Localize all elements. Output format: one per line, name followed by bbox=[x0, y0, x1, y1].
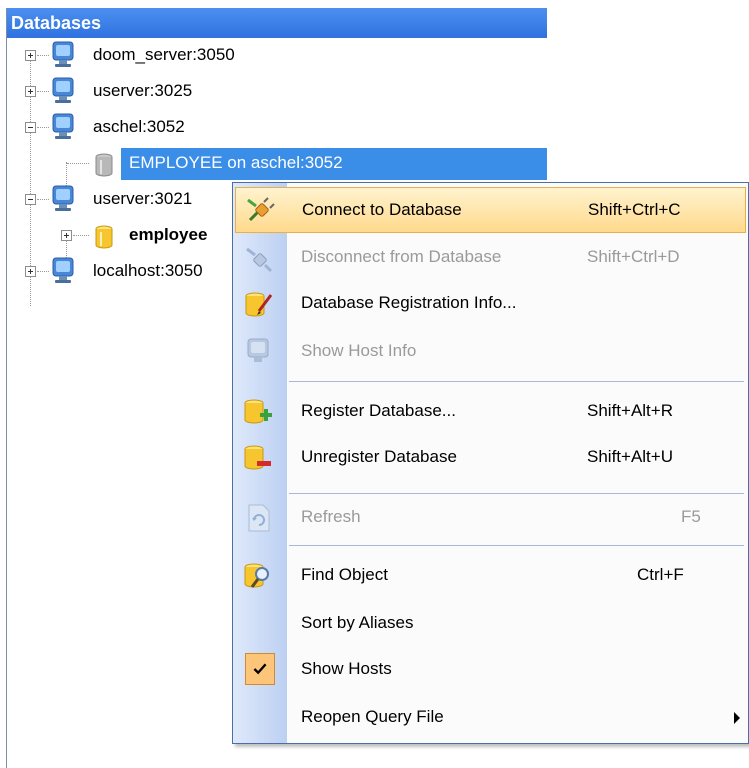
menu-item-shortcut: Shift+Ctrl+D bbox=[587, 247, 680, 266]
menu-item-label: Sort by Aliases bbox=[301, 613, 414, 632]
register-database-icon bbox=[244, 399, 272, 424]
host-icon bbox=[52, 41, 74, 67]
menu-item-label: Refresh bbox=[301, 507, 361, 526]
collapse-icon[interactable] bbox=[25, 122, 36, 133]
menu-item-registration-info[interactable]: Database Registration Info... bbox=[233, 281, 748, 327]
tree-item-label: EMPLOYEE on aschel:3052 bbox=[129, 153, 343, 172]
menu-item-label: Reopen Query File bbox=[301, 707, 444, 726]
collapse-icon[interactable] bbox=[25, 194, 36, 205]
menu-separator bbox=[289, 545, 744, 546]
submenu-arrow-icon bbox=[734, 712, 740, 724]
host-icon bbox=[52, 113, 74, 139]
host-icon bbox=[52, 185, 74, 211]
menu-item-label: Connect to Database bbox=[302, 200, 462, 219]
menu-item-show-hosts[interactable]: Show Hosts bbox=[233, 647, 748, 693]
tree-item-doom-server[interactable]: doom_server:3050 bbox=[7, 38, 547, 74]
tree-item-label: localhost:3050 bbox=[93, 261, 203, 280]
tree-item-aschel[interactable]: aschel:3052 bbox=[7, 110, 547, 146]
expand-icon[interactable] bbox=[61, 230, 72, 241]
context-menu: Connect to Database Shift+Ctrl+C Disconn… bbox=[232, 182, 749, 744]
menu-item-sort-by-aliases[interactable]: Sort by Aliases bbox=[233, 601, 748, 647]
menu-item-disconnect[interactable]: Disconnect from Database Shift+Ctrl+D bbox=[233, 235, 748, 281]
database-disconnected-icon bbox=[95, 153, 113, 177]
menu-item-label: Show Hosts bbox=[301, 659, 392, 678]
menu-item-connect[interactable]: Connect to Database Shift+Ctrl+C bbox=[235, 187, 746, 233]
database-connected-icon bbox=[95, 225, 113, 249]
registration-info-icon bbox=[245, 292, 273, 317]
expand-icon[interactable] bbox=[25, 50, 36, 61]
menu-item-shortcut: Shift+Alt+R bbox=[587, 401, 673, 420]
menu-item-shortcut: Shift+Ctrl+C bbox=[588, 200, 681, 219]
refresh-icon bbox=[248, 504, 270, 532]
menu-item-label: Show Host Info bbox=[301, 341, 417, 360]
tree-item-label: userver:3025 bbox=[93, 81, 193, 100]
menu-item-find-object[interactable]: Find Object Ctrl+F bbox=[233, 553, 748, 599]
find-object-icon bbox=[244, 563, 269, 588]
connect-plug-icon bbox=[247, 197, 275, 222]
menu-item-show-host-info[interactable]: Show Host Info bbox=[233, 329, 748, 375]
menu-item-unregister-database[interactable]: Unregister Database Shift+Alt+U bbox=[233, 435, 748, 481]
menu-item-label: Register Database... bbox=[301, 401, 456, 420]
menu-item-register-database[interactable]: Register Database... Shift+Alt+R bbox=[233, 389, 748, 435]
menu-item-label: Find Object bbox=[301, 565, 388, 584]
tree-item-label: employee bbox=[129, 225, 208, 244]
host-info-icon bbox=[247, 338, 269, 362]
menu-separator bbox=[289, 493, 744, 494]
menu-item-label: Unregister Database bbox=[301, 447, 457, 466]
menu-item-shortcut: Shift+Alt+U bbox=[587, 447, 673, 466]
tree-item-label: doom_server:3050 bbox=[93, 45, 235, 64]
panel-title: Databases bbox=[7, 8, 547, 38]
menu-item-reopen-query-file[interactable]: Reopen Query File bbox=[233, 695, 748, 741]
tree-item-label: userver:3021 bbox=[93, 189, 193, 208]
tree-item-label: aschel:3052 bbox=[93, 117, 185, 136]
menu-item-label: Disconnect from Database bbox=[301, 247, 502, 266]
tree-item-userver-3025[interactable]: userver:3025 bbox=[7, 74, 547, 110]
menu-item-label: Database Registration Info... bbox=[301, 293, 517, 312]
tree-item-employee-aschel[interactable]: EMPLOYEE on aschel:3052 bbox=[7, 146, 547, 182]
expand-icon[interactable] bbox=[25, 266, 36, 277]
menu-item-shortcut: Ctrl+F bbox=[637, 565, 684, 584]
menu-separator bbox=[289, 381, 744, 382]
host-icon bbox=[52, 77, 74, 103]
expand-icon[interactable] bbox=[25, 86, 36, 97]
disconnect-plug-icon bbox=[246, 247, 273, 273]
menu-item-shortcut: F5 bbox=[681, 507, 701, 526]
menu-item-refresh[interactable]: Refresh F5 bbox=[233, 495, 748, 541]
unregister-database-icon bbox=[244, 445, 271, 470]
checkmark-icon bbox=[245, 653, 275, 685]
host-icon bbox=[52, 257, 74, 283]
